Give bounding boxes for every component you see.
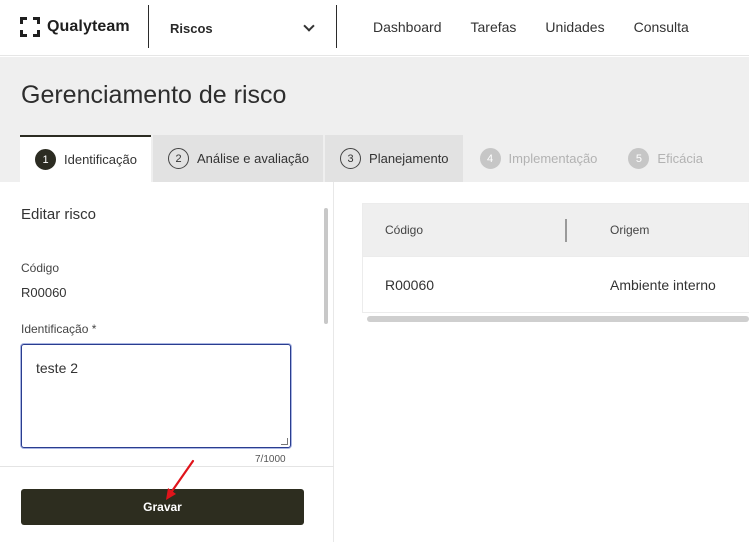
- nav-unidades[interactable]: Unidades: [545, 19, 604, 35]
- tab-label: Análise e avaliação: [197, 151, 310, 166]
- step-number: 1: [35, 149, 56, 170]
- step-number: 3: [340, 148, 362, 169]
- char-counter: 7/1000: [255, 454, 286, 465]
- code-label: Código: [21, 261, 60, 275]
- column-header-origem[interactable]: Origem: [610, 223, 649, 237]
- main-nav: Dashboard Tarefas Unidades Consulta: [373, 19, 718, 35]
- brand-name: Qualyteam: [47, 18, 130, 35]
- chevron-down-icon: [303, 20, 315, 32]
- tab-analise-avaliacao[interactable]: 2 Análise e avaliação: [153, 135, 324, 182]
- nav-dashboard[interactable]: Dashboard: [373, 19, 442, 35]
- tab-implementacao: 4 Implementação: [465, 135, 612, 182]
- divider: [336, 5, 337, 48]
- step-number: 5: [628, 148, 650, 169]
- tab-label: Planejamento: [369, 151, 449, 166]
- module-select[interactable]: Riscos: [170, 18, 315, 38]
- logo-icon: [20, 17, 40, 37]
- edit-panel: Editar risco Código R00060 Identificação…: [0, 182, 334, 542]
- page-header: Gerenciamento de risco 1 Identificação 2…: [0, 57, 749, 182]
- table-header: Código Origem: [362, 203, 749, 257]
- identification-field-wrapper: [21, 344, 291, 448]
- cell-codigo: R00060: [385, 277, 435, 293]
- nav-tarefas[interactable]: Tarefas: [471, 19, 517, 35]
- step-tabs: 1 Identificação 2 Análise e avaliação 3 …: [20, 135, 719, 182]
- step-number: 2: [168, 148, 189, 169]
- save-button[interactable]: Gravar: [21, 489, 304, 525]
- tab-label: Implementação: [508, 151, 598, 166]
- section-title: Editar risco: [21, 206, 97, 223]
- tab-eficacia: 5 Eficácia: [613, 135, 717, 182]
- module-select-label: Riscos: [170, 20, 213, 36]
- column-header-codigo[interactable]: Código: [385, 223, 423, 237]
- resize-handle-icon[interactable]: [281, 438, 288, 445]
- scrollbar[interactable]: [324, 208, 328, 324]
- tab-label: Eficácia: [657, 151, 703, 166]
- risk-table: Código Origem R00060 Ambiente interno: [362, 203, 749, 322]
- identification-label: Identificação *: [21, 322, 97, 336]
- divider: [148, 5, 149, 48]
- tab-label: Identificação: [64, 152, 137, 167]
- nav-consulta[interactable]: Consulta: [634, 19, 689, 35]
- brand-logo[interactable]: Qualyteam: [20, 16, 130, 38]
- tab-planejamento[interactable]: 3 Planejamento: [325, 135, 463, 182]
- column-resize-handle[interactable]: [565, 219, 567, 242]
- tab-identificacao[interactable]: 1 Identificação: [20, 135, 151, 182]
- table-row[interactable]: R00060 Ambiente interno: [362, 257, 749, 313]
- cell-origem: Ambiente interno: [610, 277, 716, 293]
- top-bar: Qualyteam Riscos Dashboard Tarefas Unida…: [0, 0, 749, 56]
- code-value: R00060: [21, 285, 67, 300]
- horizontal-scrollbar[interactable]: [367, 316, 749, 322]
- divider: [0, 466, 334, 467]
- page-title: Gerenciamento de risco: [21, 81, 287, 109]
- identification-textarea[interactable]: [22, 345, 290, 447]
- step-number: 4: [479, 148, 501, 169]
